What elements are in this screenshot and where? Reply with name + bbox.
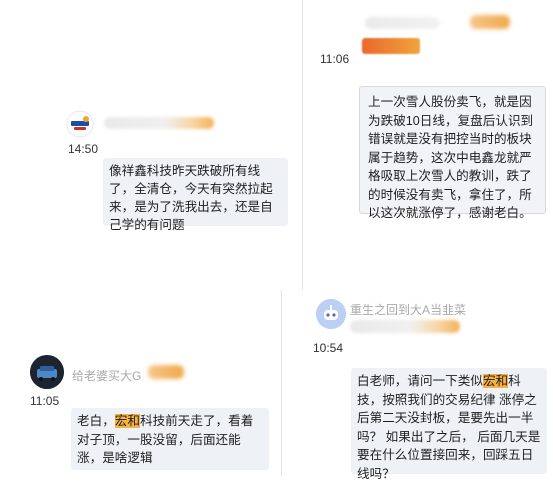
message-bubble[interactable]: 老白，宏和科技前天走了，看着对子顶，一股没留，后面还能涨，是啥逻辑 [71,408,269,470]
message-time: 11:05 [30,394,60,408]
message-bubble[interactable]: 上一次雪人股份卖飞，就是因为跌破10日线，复盘后认识到错误就是没有把控当时的板块… [359,86,546,220]
username-blurred [350,320,460,333]
username-blurred-highlight [470,15,510,29]
member-badge [362,38,420,54]
avatar-robot-icon [316,299,346,329]
message-text: 老白， [77,414,115,428]
avatar-car-icon [30,355,64,389]
message-time: 11:06 [320,52,350,66]
avatar[interactable] [66,110,94,138]
username-blurred [365,17,440,29]
avatar[interactable] [316,299,346,329]
username-blurred [104,117,214,129]
message-text: 白老师，请问一下类似 [357,374,483,388]
message-text: 上一次雪人股份卖飞，就是因为跌破10日线，复盘后认识到错误就是没有把控当时的板块… [368,95,534,220]
message-bubble[interactable]: 白老师，请问一下类似宏和科技，按照我们的交易纪律 涨停之后第二天没封板，是要先出… [351,368,547,481]
column-divider [281,290,282,476]
message-time: 10:54 [313,341,344,355]
message-time: 14:50 [68,142,99,156]
highlight: 宏和 [482,374,509,388]
username: 给老婆买大G [72,369,142,383]
message-text: 像祥鑫科技昨天跌破所有线了，全清仓，今天有突然拉起来，是为了洗我出去，还是自己学… [109,164,273,232]
username-blurred-highlight [148,365,184,379]
username: 重生之回到大A当韭菜 [350,303,467,317]
highlight: 宏和 [114,414,140,428]
avatar-logo-icon [66,110,94,138]
avatar[interactable] [30,355,64,389]
message-text: 科技，按照我们的交易纪律 涨停之后第二天没封板，是要先出一半吗？ 如果出了之后，… [357,374,541,481]
column-divider [302,0,303,290]
message-bubble[interactable]: 像祥鑫科技昨天跌破所有线了，全清仓，今天有突然拉起来，是为了洗我出去，还是自己学… [103,158,288,232]
